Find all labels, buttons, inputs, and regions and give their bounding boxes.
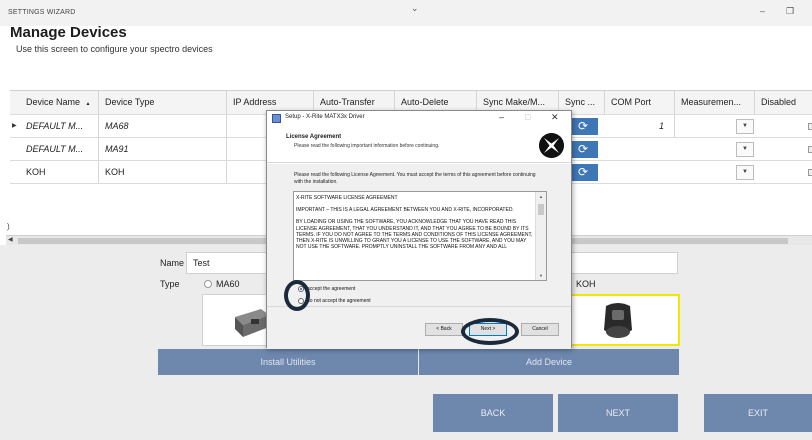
chevron-down-icon[interactable]: ▼: [736, 119, 754, 134]
scroll-left-icon[interactable]: ◀: [8, 236, 13, 243]
restore-icon[interactable]: ❐: [786, 6, 794, 17]
com-port-cell[interactable]: 1: [605, 115, 675, 137]
sort-ascending-icon: ▲: [85, 101, 91, 107]
device-name-cell[interactable]: KOH: [10, 161, 99, 183]
setup-dialog: Setup - X-Rite MATX3x Driver – □ ✕ Licen…: [266, 110, 572, 349]
column-header-disabled[interactable]: Disabled: [755, 91, 812, 114]
column-label: Device Name: [26, 97, 81, 107]
column-header-com-port[interactable]: COM Port: [605, 91, 675, 114]
type-radio-ma60[interactable]: [204, 280, 212, 288]
instrument-image: [235, 309, 269, 337]
chevron-down-icon[interactable]: ⌄: [411, 3, 419, 14]
chevron-down-icon[interactable]: ▼: [736, 165, 754, 180]
dialog-title-bar: Setup - X-Rite MATX3x Driver – □ ✕: [267, 111, 571, 127]
device-type-cell[interactable]: MA68: [99, 115, 227, 137]
license-text: X-RITE SOFTWARE LICENSE AGREEMENT IMPORT…: [296, 195, 536, 256]
app-title: SETTINGS WIZARD: [8, 9, 76, 16]
maximize-icon: □: [525, 112, 531, 122]
dialog-heading: License Agreement: [286, 134, 342, 140]
installer-icon: [272, 114, 281, 123]
dialog-divider: [267, 306, 571, 307]
column-header-device-type[interactable]: Device Type: [99, 91, 227, 114]
sync-icon[interactable]: ⟳: [568, 164, 598, 181]
device-card-ma60[interactable]: [202, 294, 276, 346]
device-name-cell[interactable]: DEFAULT M...: [10, 138, 99, 160]
page-subtitle: Use this screen to configure your spectr…: [16, 44, 213, 54]
device-name-cell[interactable]: DEFAULT M...: [10, 115, 99, 137]
stray-glyph: ): [7, 222, 10, 231]
exit-button[interactable]: EXIT: [704, 394, 812, 432]
type-option-ma60: MA60: [216, 279, 240, 289]
add-device-label: Add Device: [525, 357, 573, 367]
xrite-logo-icon: [539, 133, 564, 158]
highlight-ring-accept: [284, 280, 310, 311]
close-icon[interactable]: ✕: [551, 112, 559, 123]
dialog-instruction: Please read the following License Agreem…: [294, 172, 536, 185]
dialog-cancel-button[interactable]: Cancel: [521, 323, 559, 336]
disabled-checkbox[interactable]: [808, 123, 812, 130]
disabled-checkbox[interactable]: [808, 146, 812, 153]
dialog-title: Setup - X-Rite MATX3x Driver: [285, 114, 365, 120]
window-title-bar: SETTINGS WIZARD ⌄ – ❐: [0, 0, 812, 26]
license-paragraph: BY LOADING OR USING THE SOFTWARE, YOU AC…: [296, 219, 533, 251]
name-label: Name: [160, 258, 185, 268]
type-option-koh: KOH: [576, 279, 596, 289]
license-text-box[interactable]: X-RITE SOFTWARE LICENSE AGREEMENT IMPORT…: [293, 191, 547, 281]
minimize-icon[interactable]: –: [760, 6, 765, 16]
license-paragraph: X-RITE SOFTWARE LICENSE AGREEMENT: [296, 195, 398, 201]
next-button[interactable]: NEXT: [558, 394, 678, 432]
decline-label[interactable]: do not accept the agreement: [307, 298, 371, 304]
dialog-back-button[interactable]: < Back: [425, 323, 463, 336]
sync-icon[interactable]: ⟳: [568, 118, 598, 135]
dialog-header: License Agreement Please read the follow…: [267, 127, 571, 163]
scroll-down-icon[interactable]: ▼: [539, 273, 543, 278]
install-utilities-button[interactable]: Install Utilities: [158, 349, 418, 375]
page-title: Manage Devices: [10, 24, 127, 41]
highlight-ring-next: [461, 318, 519, 345]
column-header-measurement[interactable]: Measuremen...: [675, 91, 755, 114]
type-label: Type: [160, 279, 180, 289]
dialog-subheading: Please read the following important info…: [294, 143, 440, 149]
install-utilities-label: Install Utilities: [260, 357, 316, 367]
chevron-down-icon[interactable]: ▼: [736, 142, 754, 157]
instrument-image: [604, 303, 632, 338]
disabled-checkbox[interactable]: [808, 169, 812, 176]
scrollbar-thumb[interactable]: [538, 204, 544, 215]
license-paragraph: IMPORTANT – THIS IS A LEGAL AGREEMENT BE…: [296, 207, 514, 214]
device-type-cell[interactable]: MA91: [99, 138, 227, 160]
dialog-body: Please read the following License Agreem…: [267, 164, 571, 349]
back-button[interactable]: BACK: [433, 394, 553, 432]
add-device-button[interactable]: Add Device: [419, 349, 679, 375]
license-scrollbar[interactable]: ▲ ▼: [535, 192, 546, 280]
accept-label[interactable]: accept the agreement: [307, 286, 355, 292]
column-header-device-name[interactable]: Device Name ▲: [10, 91, 99, 114]
device-type-cell[interactable]: KOH: [99, 161, 227, 183]
minimize-icon[interactable]: –: [499, 112, 504, 122]
scroll-up-icon[interactable]: ▲: [539, 194, 543, 199]
sync-icon[interactable]: ⟳: [568, 141, 598, 158]
device-card-koh[interactable]: [562, 294, 680, 346]
